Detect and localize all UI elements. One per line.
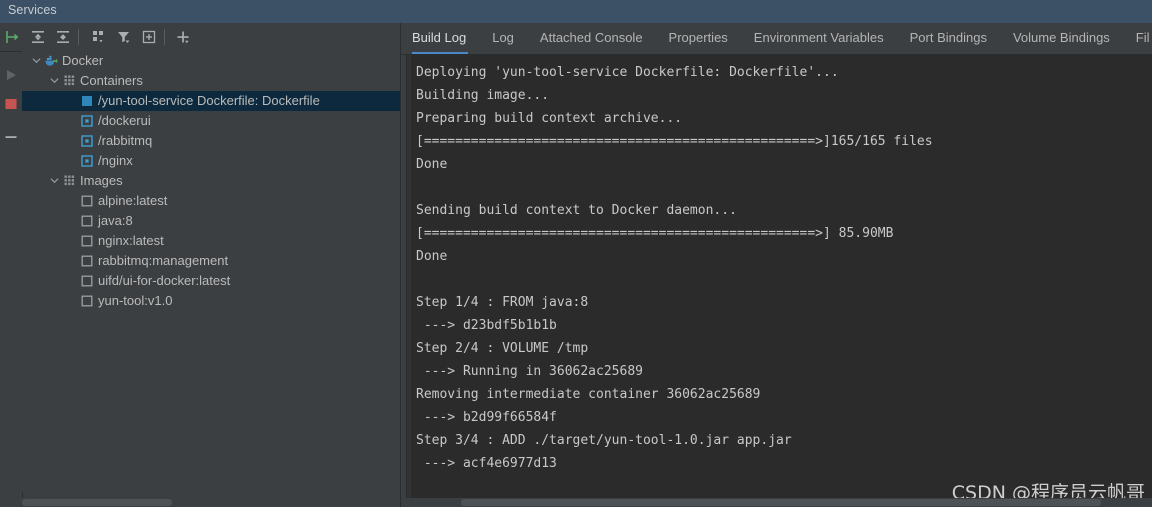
expand-all-icon[interactable] [27, 26, 49, 48]
filter-icon[interactable] [113, 26, 135, 48]
build-log-console[interactable]: Deploying 'yun-tool-service Dockerfile: … [406, 55, 1152, 507]
services-tree[interactable]: Docker Containers/yun-tool-service Docker… [22, 51, 401, 492]
plus-icon[interactable] [172, 26, 194, 48]
tab-properties[interactable]: Properties [656, 23, 741, 54]
left-action-strip [0, 23, 23, 507]
services-toolbar [0, 23, 400, 52]
tree-row[interactable]: yun-tool:v1.0 [22, 291, 400, 311]
images-grid-icon [61, 171, 77, 191]
tree-row[interactable]: Docker [22, 51, 400, 71]
container-running-icon [79, 91, 95, 111]
tree-row-label: Docker [62, 53, 104, 68]
tree-row[interactable]: /dockerui [22, 111, 400, 131]
container-stopped-icon [79, 131, 95, 151]
tab-attached-console[interactable]: Attached Console [527, 23, 656, 54]
connect-icon[interactable] [2, 26, 24, 48]
tree-row[interactable]: alpine:latest [22, 191, 400, 211]
toolbar-separator-2 [164, 29, 165, 45]
details-pane: Build Log Log Attached Console Properties En… [401, 23, 1152, 507]
tree-row[interactable]: Images [22, 171, 400, 191]
tree-row[interactable]: java:8 [22, 211, 400, 231]
container-stopped-icon [79, 151, 95, 171]
page-title: Services [8, 3, 57, 17]
containers-grid-icon [61, 71, 77, 91]
tree-row[interactable]: /rabbitmq [22, 131, 400, 151]
tree-row[interactable]: uifd/ui-for-docker:latest [22, 271, 400, 291]
tree-row-label: nginx:latest [98, 233, 164, 248]
tab-port-bindings[interactable]: Port Bindings [897, 23, 1000, 54]
tab-fil[interactable]: Fil [1123, 23, 1152, 54]
image-square-icon [79, 291, 95, 311]
tab-environment-variables[interactable]: Environment Variables [741, 23, 897, 54]
tree-row-label: rabbitmq:management [98, 253, 229, 268]
tree-row-label: yun-tool:v1.0 [98, 293, 173, 308]
tree-row-label: alpine:latest [98, 193, 168, 208]
tree-row[interactable]: Containers [22, 71, 400, 91]
image-square-icon [79, 271, 95, 291]
collapse-all-icon[interactable] [52, 26, 74, 48]
tab-build-log[interactable]: Build Log [401, 23, 479, 54]
chevron-down-icon[interactable] [48, 71, 61, 91]
tree-row-label: java:8 [98, 213, 133, 228]
services-tool-window: Services Docker Containers /yun-tool-ser… [0, 0, 1152, 507]
tree-row-label: uifd/ui-for-docker:latest [98, 273, 231, 288]
docker-whale-icon [43, 51, 59, 71]
tree-hscrollbar-track[interactable] [22, 498, 400, 507]
tree-row[interactable]: /nginx [22, 151, 400, 171]
tree-row-label: /rabbitmq [98, 133, 153, 148]
tree-row-label: Images [80, 173, 123, 188]
tree-row-label: /dockerui [98, 113, 151, 128]
image-square-icon [79, 231, 95, 251]
console-gutter [407, 55, 411, 507]
tree-hscrollbar-thumb[interactable] [22, 499, 172, 506]
details-tab-strip: Build Log Log Attached Console Properties En… [401, 23, 1152, 55]
tab-log[interactable]: Log [479, 23, 527, 54]
window-title-bar: Services [0, 0, 1152, 24]
run-icon[interactable] [0, 63, 22, 89]
image-square-icon [79, 211, 95, 231]
toolbar-separator [78, 29, 79, 45]
tree-row-label: /yun-tool-service Dockerfile: Dockerfile [98, 93, 320, 108]
console-hscrollbar-thumb[interactable] [461, 499, 1101, 506]
image-square-icon [79, 191, 95, 211]
build-log-text: Deploying 'yun-tool-service Dockerfile: … [416, 65, 933, 471]
minus-icon[interactable] [0, 125, 22, 151]
add-tab-icon[interactable] [138, 26, 160, 48]
tab-volume-bindings[interactable]: Volume Bindings [1000, 23, 1123, 54]
container-stopped-icon [79, 111, 95, 131]
console-hscrollbar-track[interactable] [401, 498, 1152, 507]
tree-row-selected[interactable]: /yun-tool-service Dockerfile: Dockerfile [22, 91, 400, 111]
tree-row-label: /nginx [98, 153, 133, 168]
image-square-icon [79, 251, 95, 271]
group-by-icon[interactable] [88, 26, 110, 48]
chevron-down-icon[interactable] [48, 171, 61, 191]
tree-row-label: Containers [80, 73, 143, 88]
tree-row[interactable]: nginx:latest [22, 231, 400, 251]
chevron-down-icon[interactable] [30, 51, 43, 71]
tree-row[interactable]: rabbitmq:management [22, 251, 400, 271]
stop-icon[interactable] [0, 92, 22, 118]
